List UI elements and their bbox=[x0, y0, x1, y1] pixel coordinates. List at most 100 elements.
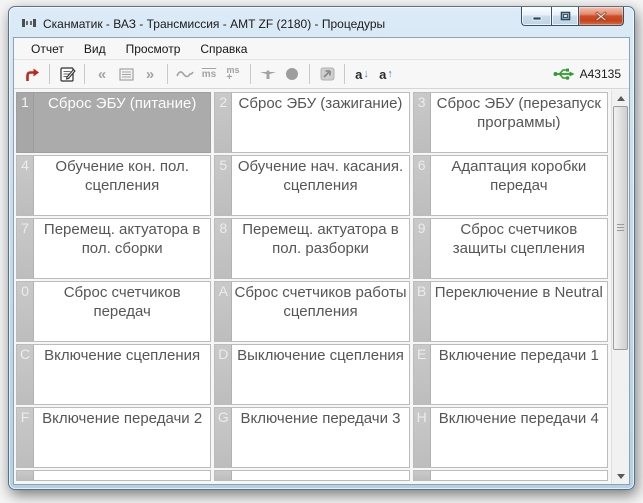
cell-label: Сброс счетчиков защиты сцепления bbox=[452, 221, 585, 257]
maximize-button[interactable] bbox=[551, 7, 579, 26]
procedure-cell-A[interactable]: A Сброс счетчиков работы сцепления bbox=[214, 281, 410, 342]
triangle-down-icon bbox=[617, 473, 625, 479]
menu-report[interactable]: Отчет bbox=[22, 40, 73, 58]
device-id: A43135 bbox=[579, 67, 621, 81]
triangle-up-icon bbox=[617, 95, 625, 101]
procedure-cell-partial[interactable] bbox=[214, 470, 410, 481]
procedure-cell-6[interactable]: 6 Адаптация коробки передач bbox=[412, 155, 608, 216]
title-bar[interactable]: Сканматик - ВАЗ - Трансмиссия - AMT ZF (… bbox=[9, 7, 634, 37]
probe-button[interactable] bbox=[256, 62, 280, 86]
content-area: 1 Сброс ЭБУ (питание) 2 Сброс ЭБУ (зажигани… bbox=[14, 90, 629, 484]
cell-label: Сброс ЭБУ (питание) bbox=[34, 93, 211, 152]
cell-hotkey-tag bbox=[17, 471, 34, 480]
procedure-cell-1[interactable]: 1 Сброс ЭБУ (питание) bbox=[16, 92, 212, 153]
next-page-button[interactable]: » bbox=[138, 62, 162, 86]
probe-plug-icon bbox=[260, 70, 276, 79]
cell-label: Включение передачи 3 bbox=[240, 410, 401, 427]
scroll-down-button[interactable] bbox=[612, 468, 629, 484]
procedure-cell-9[interactable]: 9 Сброс счетчиков защиты сцепления bbox=[412, 218, 608, 279]
ms-plus-icon: ms + bbox=[226, 65, 240, 83]
toolbar-separator bbox=[49, 64, 50, 84]
toolbar-separator bbox=[84, 64, 85, 84]
cell-label: Переключение в Neutral bbox=[434, 284, 603, 301]
procedure-cell-B[interactable]: B Переключение в Neutral bbox=[412, 281, 608, 342]
procedure-cell-4[interactable]: 4 Обучение кон. пол. сцепления bbox=[16, 155, 212, 216]
client-area: Отчет Вид Просмотр Справка « » ms ms + a… bbox=[13, 37, 630, 485]
cell-hotkey-tag: H bbox=[413, 408, 431, 467]
oscillogram-button[interactable] bbox=[173, 62, 197, 86]
cell-hotkey-tag: 5 bbox=[215, 156, 233, 215]
cell-label: Включение передачи 2 bbox=[42, 410, 203, 427]
cell-label bbox=[232, 471, 408, 480]
usb-connector-icon bbox=[553, 68, 575, 80]
minimize-icon bbox=[532, 16, 541, 21]
cell-hotkey-tag: A bbox=[215, 282, 233, 341]
procedure-cell-0[interactable]: 0 Сброс счетчиков передач bbox=[16, 281, 212, 342]
window-title: Сканматик - ВАЗ - Трансмиссия - AMT ZF (… bbox=[43, 16, 386, 31]
export-button[interactable] bbox=[315, 62, 339, 86]
sine-wave-icon bbox=[176, 71, 194, 78]
toolbar-separator bbox=[344, 64, 345, 84]
menu-bar: Отчет Вид Просмотр Справка bbox=[14, 38, 629, 60]
cell-label: Включение передачи 1 bbox=[438, 347, 599, 364]
cell-hotkey-tag: F bbox=[17, 408, 34, 467]
list-view-button[interactable] bbox=[114, 62, 138, 86]
cell-hotkey-tag: 7 bbox=[17, 219, 34, 278]
menu-view[interactable]: Вид bbox=[75, 40, 115, 58]
scroll-up-button[interactable] bbox=[612, 90, 629, 106]
scrollbar-thumb[interactable] bbox=[613, 106, 628, 350]
cell-hotkey-tag bbox=[215, 471, 233, 480]
procedure-cell-partial[interactable] bbox=[16, 470, 212, 481]
procedure-cell-8[interactable]: 8 Перемещ. актуатора в пол. разборки bbox=[214, 218, 410, 279]
cell-label: Обучение кон. пол. сцепления bbox=[55, 158, 189, 194]
report-edit-button[interactable] bbox=[55, 62, 79, 86]
cell-label bbox=[34, 471, 210, 480]
app-icon bbox=[22, 19, 36, 27]
scrollbar-grip-icon bbox=[617, 224, 624, 233]
close-icon bbox=[595, 11, 607, 21]
cell-label: Адаптация коробки передач bbox=[451, 158, 587, 194]
caption-buttons bbox=[521, 7, 624, 26]
procedure-cell-partial[interactable] bbox=[412, 470, 608, 481]
procedure-cell-E[interactable]: E Включение передачи 1 bbox=[412, 344, 608, 405]
toolbar-right: A43135 bbox=[553, 67, 621, 81]
procedure-cell-H[interactable]: H Включение передачи 4 bbox=[412, 407, 608, 468]
procedure-cell-5[interactable]: 5 Обучение нач. касания. сцепления bbox=[214, 155, 410, 216]
minimize-button[interactable] bbox=[521, 7, 551, 26]
notepad-pencil-icon bbox=[59, 66, 76, 82]
vertical-scrollbar[interactable] bbox=[611, 90, 629, 484]
procedure-cell-F[interactable]: F Включение передачи 2 bbox=[16, 407, 212, 468]
menu-browse[interactable]: Просмотр bbox=[117, 40, 190, 58]
app-window: Сканматик - ВАЗ - Трансмиссия - AMT ZF (… bbox=[8, 6, 635, 490]
prev-page-button[interactable]: « bbox=[90, 62, 114, 86]
cell-label: Сброс ЭБУ (перезапуск программы) bbox=[436, 95, 601, 131]
toolbar: « » ms ms + a ↓ a ↑ A43135 bbox=[14, 60, 629, 89]
cell-label: Включение сцепления bbox=[44, 347, 201, 364]
record-circle-icon bbox=[286, 68, 298, 80]
close-button[interactable] bbox=[579, 7, 624, 26]
record-button[interactable] bbox=[280, 62, 304, 86]
procedure-cell-G[interactable]: G Включение передачи 3 bbox=[214, 407, 410, 468]
procedure-cell-7[interactable]: 7 Перемещ. актуатора в пол. сборки bbox=[16, 218, 212, 279]
cell-label: Обучение нач. касания. сцепления bbox=[237, 158, 404, 194]
cell-hotkey-tag: 1 bbox=[17, 93, 34, 152]
procedure-cell-C[interactable]: C Включение сцепления bbox=[16, 344, 212, 405]
ms-measure-button[interactable]: ms bbox=[197, 62, 221, 86]
cell-hotkey-tag: 4 bbox=[17, 156, 34, 215]
cell-hotkey-tag: 6 bbox=[413, 156, 431, 215]
cell-hotkey-tag: 0 bbox=[17, 282, 34, 341]
cell-hotkey-tag bbox=[413, 471, 431, 480]
font-increase-button[interactable]: a ↑ bbox=[374, 62, 398, 86]
cell-label: Перемещ. актуатора в пол. сборки bbox=[43, 221, 201, 257]
cell-hotkey-tag: D bbox=[215, 345, 233, 404]
menu-help[interactable]: Справка bbox=[191, 40, 256, 58]
procedure-cell-3[interactable]: 3 Сброс ЭБУ (перезапуск программы) bbox=[412, 92, 608, 153]
back-exit-button[interactable] bbox=[20, 62, 44, 86]
procedure-cell-D[interactable]: D Выключение сцепления bbox=[214, 344, 410, 405]
procedure-cell-2[interactable]: 2 Сброс ЭБУ (зажигание) bbox=[214, 92, 410, 153]
export-arrow-icon bbox=[320, 67, 334, 81]
maximize-icon bbox=[560, 11, 570, 21]
ms-add-button[interactable]: ms + bbox=[221, 62, 245, 86]
font-decrease-button[interactable]: a ↓ bbox=[350, 62, 374, 86]
cell-hotkey-tag: B bbox=[413, 282, 431, 341]
